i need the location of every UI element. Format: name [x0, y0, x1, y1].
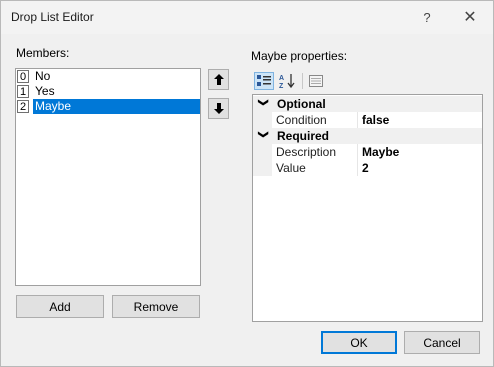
property-grid[interactable]: ❯ Optional Condition false ❯ Required De…	[252, 94, 483, 322]
arrow-up-icon	[213, 74, 224, 85]
ok-button[interactable]: OK	[321, 331, 397, 354]
cancel-button[interactable]: Cancel	[404, 331, 480, 354]
chevron-down-icon[interactable]: ❯	[258, 130, 269, 138]
category-name: Required	[277, 129, 330, 143]
property-value[interactable]: false	[362, 113, 389, 127]
svg-text:Z: Z	[279, 83, 284, 89]
categorized-view-button[interactable]	[254, 72, 274, 90]
drop-list-editor-dialog: Drop List Editor ? ✕ Members: 0 No 1 Yes…	[0, 0, 494, 367]
item-label: Maybe	[33, 99, 200, 114]
members-label: Members:	[16, 46, 70, 60]
property-row-condition[interactable]: Condition false	[253, 112, 482, 128]
help-icon[interactable]: ?	[413, 5, 441, 29]
property-row-description[interactable]: Description Maybe	[253, 144, 482, 160]
item-index: 1	[17, 85, 29, 98]
property-name: Condition	[276, 113, 327, 127]
window-title: Drop List Editor	[11, 10, 94, 24]
chevron-down-icon[interactable]: ❯	[258, 98, 269, 106]
property-row-value[interactable]: Value 2	[253, 160, 482, 176]
sort-alphabetical-icon: A Z	[279, 74, 295, 89]
property-value[interactable]: 2	[362, 161, 369, 175]
title-bar: Drop List Editor ? ✕	[1, 1, 493, 34]
members-list[interactable]: 0 No 1 Yes 2 Maybe	[15, 68, 201, 286]
arrow-down-icon	[213, 103, 224, 114]
alphabetical-view-button[interactable]: A Z	[277, 72, 297, 90]
property-name: Value	[276, 161, 306, 175]
property-pages-button[interactable]	[307, 72, 325, 90]
move-down-button[interactable]	[208, 98, 229, 119]
move-up-button[interactable]	[208, 69, 229, 90]
close-icon[interactable]: ✕	[456, 5, 484, 29]
list-item[interactable]: 1 Yes	[16, 84, 200, 99]
property-pages-icon	[309, 75, 323, 87]
add-button[interactable]: Add	[16, 295, 104, 318]
category-required[interactable]: ❯ Required	[253, 128, 482, 144]
toolbar-separator	[302, 73, 303, 89]
svg-text:A: A	[279, 75, 284, 82]
category-name: Optional	[277, 97, 326, 111]
remove-button[interactable]: Remove	[112, 295, 200, 318]
list-item-selected[interactable]: 2 Maybe	[16, 99, 200, 114]
categorized-icon	[257, 75, 271, 86]
property-name: Description	[276, 145, 337, 159]
item-index: 0	[17, 70, 29, 83]
property-value[interactable]: Maybe	[362, 145, 399, 159]
list-item[interactable]: 0 No	[16, 69, 200, 84]
item-index: 2	[17, 100, 29, 113]
item-label: No	[35, 69, 51, 83]
item-label: Yes	[35, 84, 55, 98]
category-optional[interactable]: ❯ Optional	[253, 96, 482, 112]
properties-label: Maybe properties:	[251, 49, 348, 63]
